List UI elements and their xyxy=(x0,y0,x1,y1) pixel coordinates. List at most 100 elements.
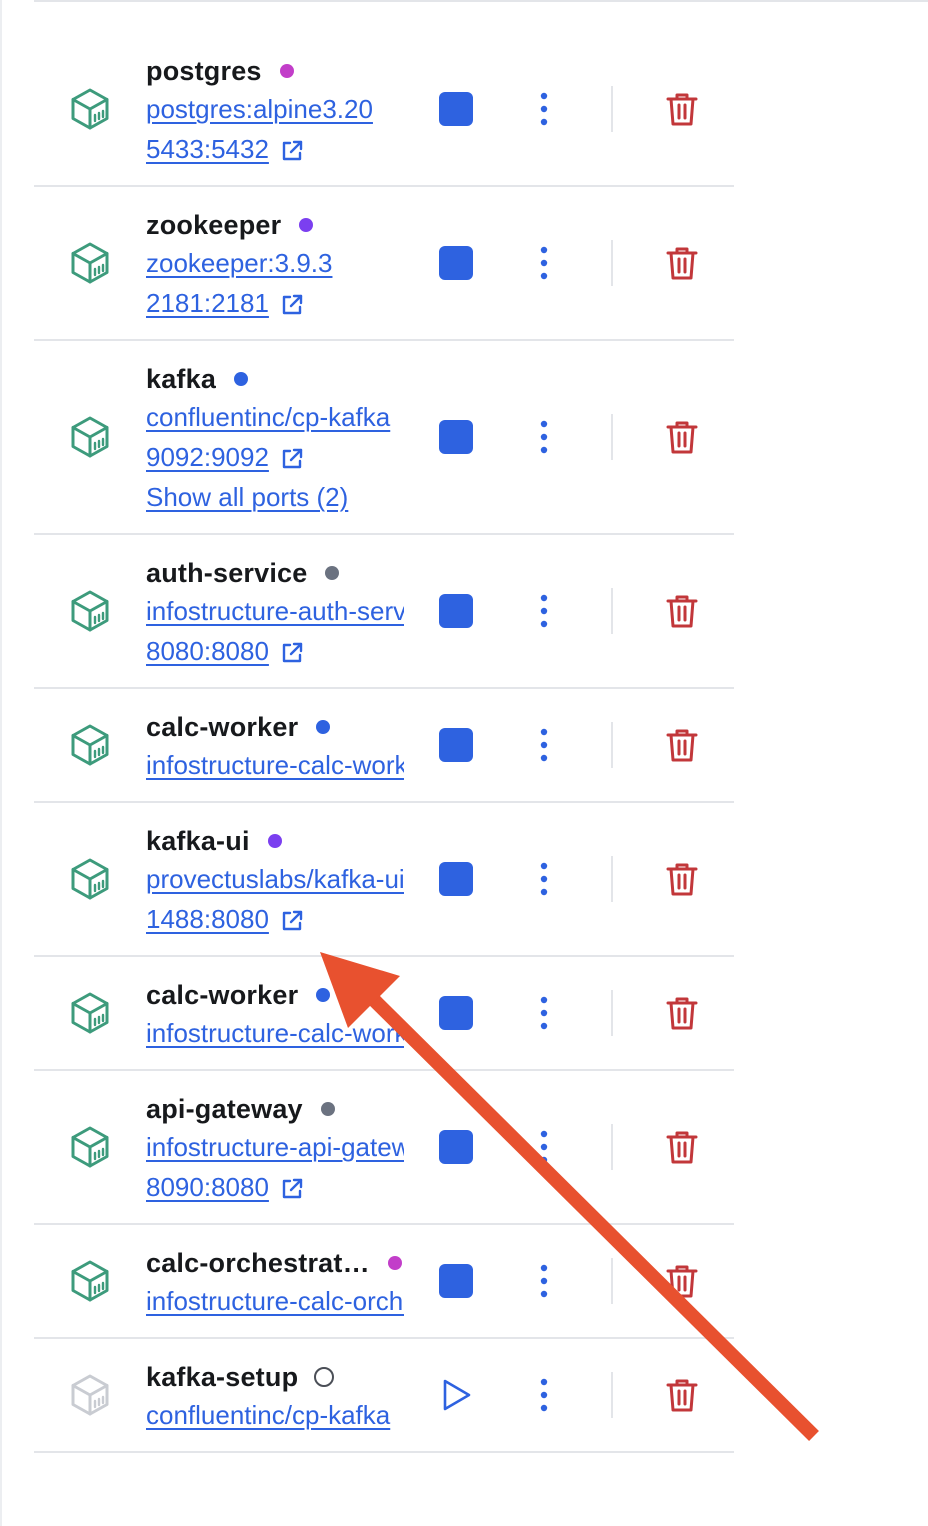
cube-icon xyxy=(68,991,112,1035)
trash-icon[interactable] xyxy=(662,1127,702,1167)
image-link[interactable]: infostructure-calc-orchestrator xyxy=(146,1286,404,1316)
image-link[interactable]: confluentinc/cp-kafka xyxy=(146,402,390,432)
kebab-menu-icon[interactable] xyxy=(531,417,557,457)
port-link[interactable]: 2181:2181 xyxy=(146,283,269,323)
kebab-menu-icon[interactable] xyxy=(531,1127,557,1167)
stop-button[interactable] xyxy=(439,1264,473,1298)
container-name: auth-service xyxy=(146,557,308,588)
action-separator xyxy=(611,1372,613,1418)
container-info: calc-worker infostructure-calc-worker xyxy=(146,709,404,785)
trash-icon[interactable] xyxy=(662,1261,702,1301)
image-link[interactable]: infostructure-auth-service xyxy=(146,596,404,626)
stop-button[interactable] xyxy=(439,246,473,280)
kebab-menu-icon[interactable] xyxy=(531,725,557,765)
stop-button[interactable] xyxy=(439,420,473,454)
trash-icon[interactable] xyxy=(662,243,702,283)
image-link[interactable]: infostructure-api-gateway xyxy=(146,1132,404,1162)
cube-icon xyxy=(68,241,112,285)
external-link-icon[interactable] xyxy=(279,1176,305,1202)
port-line: 1488:8080 xyxy=(146,899,404,939)
port-link[interactable]: 1488:8080 xyxy=(146,899,269,939)
image-line: infostructure-calc-worker xyxy=(146,745,404,785)
image-link[interactable]: confluentinc/cp-kafka xyxy=(146,1400,390,1430)
status-dot xyxy=(267,834,282,848)
port-link[interactable]: 9092:9092 xyxy=(146,437,269,477)
stop-button[interactable] xyxy=(439,92,473,126)
image-line: postgres:alpine3.20 xyxy=(146,89,404,129)
action-separator xyxy=(611,86,613,132)
container-name-line: kafka-ui xyxy=(146,823,404,859)
trash-icon[interactable] xyxy=(662,1375,702,1415)
container-info: kafka confluentinc/cp-kafka 9092:9092 Sh… xyxy=(146,361,404,517)
action-separator xyxy=(611,414,613,460)
image-link[interactable]: postgres:alpine3.20 xyxy=(146,94,373,124)
stop-button[interactable] xyxy=(439,862,473,896)
container-name-line: calc-worker xyxy=(146,709,404,745)
kebab-menu-icon[interactable] xyxy=(531,1375,557,1415)
port-link[interactable]: 8090:8080 xyxy=(146,1167,269,1207)
image-link[interactable]: provectuslabs/kafka-ui xyxy=(146,864,404,894)
port-link[interactable]: 5433:5432 xyxy=(146,129,269,169)
action-separator xyxy=(611,1258,613,1304)
container-info: api-gateway infostructure-api-gateway 80… xyxy=(146,1091,404,1207)
image-link[interactable]: infostructure-calc-worker xyxy=(146,750,404,780)
port-line: 2181:2181 xyxy=(146,283,404,323)
stop-button[interactable] xyxy=(439,1130,473,1164)
show-all-ports-link[interactable]: Show all ports (2) xyxy=(146,477,348,517)
external-link-icon[interactable] xyxy=(279,908,305,934)
trash-icon[interactable] xyxy=(662,725,702,765)
status-dot xyxy=(387,1256,402,1270)
external-link-icon[interactable] xyxy=(279,138,305,164)
play-icon[interactable] xyxy=(439,1377,473,1413)
kebab-menu-icon[interactable] xyxy=(531,859,557,899)
trash-icon[interactable] xyxy=(662,591,702,631)
kebab-menu-icon[interactable] xyxy=(531,243,557,283)
external-link-icon[interactable] xyxy=(279,640,305,666)
cube-icon xyxy=(68,857,112,901)
image-link[interactable]: infostructure-calc-worker xyxy=(146,1018,404,1048)
cube-icon xyxy=(68,1259,112,1303)
trash-icon[interactable] xyxy=(662,89,702,129)
port-line: 5433:5432 xyxy=(146,129,404,169)
container-row[interactable]: kafka confluentinc/cp-kafka 9092:9092 Sh… xyxy=(34,341,734,535)
external-link-icon[interactable] xyxy=(279,292,305,318)
container-row[interactable]: calc-worker infostructure-calc-worker xyxy=(34,689,734,803)
container-row[interactable]: zookeeper zookeeper:3.9.3 2181:2181 xyxy=(34,187,734,341)
stop-button[interactable] xyxy=(439,594,473,628)
container-name-line: kafka-setup xyxy=(146,1359,404,1395)
trash-icon[interactable] xyxy=(662,993,702,1033)
stop-button[interactable] xyxy=(439,996,473,1030)
container-name: zookeeper xyxy=(146,209,282,240)
container-row[interactable]: postgres postgres:alpine3.20 5433:5432 xyxy=(34,33,734,187)
container-row[interactable]: kafka-ui provectuslabs/kafka-ui 1488:808… xyxy=(34,803,734,957)
container-row[interactable]: auth-service infostructure-auth-service … xyxy=(34,535,734,689)
external-link-icon[interactable] xyxy=(279,446,305,472)
port-line: 8090:8080 xyxy=(146,1167,404,1207)
cube-icon xyxy=(68,87,112,131)
port-line: 9092:9092 xyxy=(146,437,404,477)
stop-button[interactable] xyxy=(439,728,473,762)
container-row[interactable]: api-gateway infostructure-api-gateway 80… xyxy=(34,1071,734,1225)
trash-icon[interactable] xyxy=(662,417,702,457)
container-name-line: calc-worker xyxy=(146,977,404,1013)
container-name: kafka-setup xyxy=(146,1361,299,1392)
container-row[interactable]: calc-worker infostructure-calc-worker xyxy=(34,957,734,1071)
status-dot xyxy=(234,372,249,386)
container-name: calc-worker xyxy=(146,979,299,1010)
container-row[interactable]: calc-orchestrat… infostructure-calc-orch… xyxy=(34,1225,734,1339)
container-name-line: postgres xyxy=(146,53,404,89)
port-link[interactable]: 8080:8080 xyxy=(146,631,269,671)
container-name-line: zookeeper xyxy=(146,207,404,243)
kebab-menu-icon[interactable] xyxy=(531,89,557,129)
image-line: confluentinc/cp-kafka xyxy=(146,1395,404,1435)
kebab-menu-icon[interactable] xyxy=(531,1261,557,1301)
kebab-menu-icon[interactable] xyxy=(531,993,557,1033)
container-row[interactable]: kafka-setup confluentinc/cp-kafka xyxy=(34,1339,734,1453)
container-info: zookeeper zookeeper:3.9.3 2181:2181 xyxy=(146,207,404,323)
container-info: kafka-ui provectuslabs/kafka-ui 1488:808… xyxy=(146,823,404,939)
kebab-menu-icon[interactable] xyxy=(531,591,557,631)
trash-icon[interactable] xyxy=(662,859,702,899)
action-separator xyxy=(611,722,613,768)
image-link[interactable]: zookeeper:3.9.3 xyxy=(146,248,332,278)
container-info: kafka-setup confluentinc/cp-kafka xyxy=(146,1359,404,1435)
